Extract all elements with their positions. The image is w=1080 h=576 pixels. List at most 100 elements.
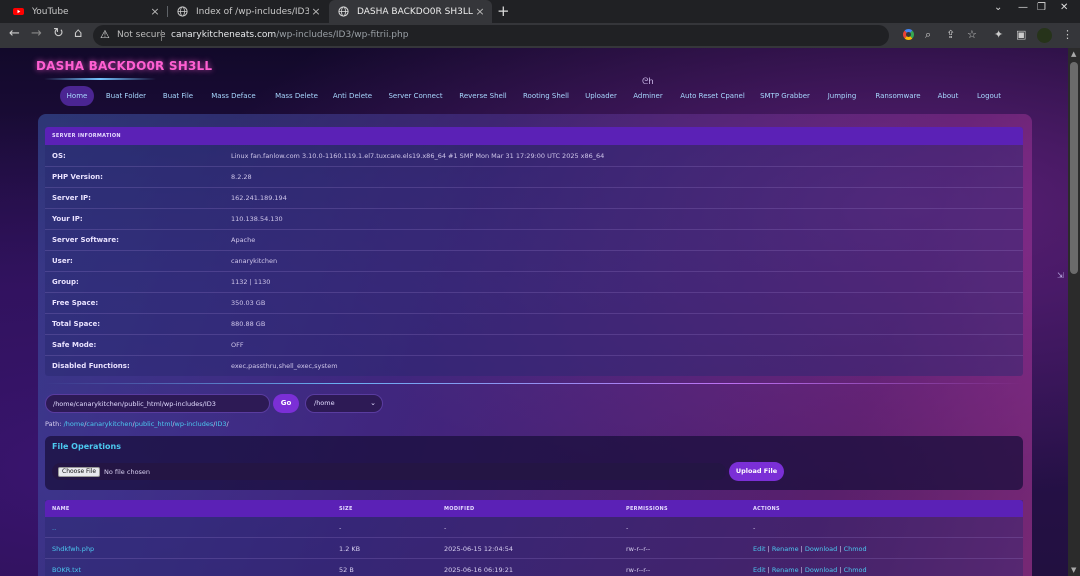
tab-search-button[interactable]: ⌄ xyxy=(994,2,1002,13)
path-input[interactable] xyxy=(45,394,270,413)
scroll-thumb[interactable] xyxy=(1070,62,1078,274)
reload-icon[interactable]: ↻ xyxy=(53,26,64,41)
download-link[interactable]: Download xyxy=(805,545,837,553)
profile-avatar[interactable] xyxy=(1037,28,1052,43)
omnibox[interactable]: ⚠ Not secure canarykitcheneats.com/wp-in… xyxy=(93,25,889,46)
file-table-header: NAME SIZE MODIFIED PERMISSIONS ACTIONS xyxy=(45,500,1023,517)
scroll-up-icon[interactable]: ▲ xyxy=(1071,50,1076,58)
chmod-link[interactable]: Chmod xyxy=(844,545,867,553)
nav-buat-folder[interactable]: Buat Folder xyxy=(101,86,151,106)
edit-link[interactable]: Edit xyxy=(753,545,766,553)
column-header[interactable]: PERMISSIONS xyxy=(626,506,668,512)
info-key: Your IP: xyxy=(52,215,83,223)
extensions-icon[interactable]: ✦ xyxy=(994,28,1003,41)
file-size: 52 B xyxy=(339,566,354,574)
file-picker[interactable]: Choose File No file chosen xyxy=(52,463,726,480)
file-name-link[interactable]: BOKR.txt xyxy=(52,566,81,574)
info-key: Total Space: xyxy=(52,320,101,328)
tab-index-of[interactable]: Index of /wp-includes/ID3 × xyxy=(168,0,328,23)
info-value: 1132 | 1130 xyxy=(231,278,271,286)
forward-icon[interactable]: → xyxy=(31,26,42,41)
chmod-link[interactable]: Chmod xyxy=(844,566,867,574)
nav-smtp-grabber[interactable]: SMTP Grabber xyxy=(755,86,815,106)
url-text[interactable]: canarykitcheneats.com/wp-includes/ID3/wp… xyxy=(171,30,408,40)
nav-buat-file[interactable]: Buat File xyxy=(158,86,198,106)
column-header[interactable]: MODIFIED xyxy=(444,506,474,512)
breadcrumb-public-html[interactable]: public_html xyxy=(135,420,173,428)
breadcrumb-label: Path: xyxy=(45,420,62,428)
nav-auto-reset-cpanel[interactable]: Auto Reset Cpanel xyxy=(676,86,749,106)
info-row-your-ip: Your IP: 110.138.54.130 xyxy=(45,209,1023,230)
breadcrumb-wp-includes[interactable]: wp-includes xyxy=(175,420,214,428)
nav-mass-delete[interactable]: Mass Delete xyxy=(268,86,325,106)
column-header[interactable]: NAME xyxy=(52,506,70,512)
nav-reverse-shell[interactable]: Reverse Shell xyxy=(453,86,513,106)
back-icon[interactable]: ← xyxy=(9,26,20,41)
info-row-php: PHP Version: 8.2.28 xyxy=(45,167,1023,188)
nav-adminer[interactable]: Adminer xyxy=(628,86,668,106)
file-name-link[interactable]: .. xyxy=(52,524,56,532)
file-size: 1.2 KB xyxy=(339,545,361,553)
scroll-down-icon[interactable]: ▼ xyxy=(1071,566,1076,574)
close-tab-icon[interactable]: × xyxy=(473,5,487,18)
go-button[interactable]: Go xyxy=(273,394,299,413)
nav-mass-deface[interactable]: Mass Deface xyxy=(205,86,262,106)
minimize-button[interactable]: — xyxy=(1018,2,1028,13)
side-panel-icon[interactable]: ▣ xyxy=(1016,28,1026,41)
menu-icon[interactable]: ⋮ xyxy=(1062,28,1073,41)
close-window-button[interactable]: ✕ xyxy=(1060,2,1068,13)
choose-file-button[interactable]: Choose File xyxy=(58,467,101,477)
nav-ransomware[interactable]: Ransomware xyxy=(870,86,926,106)
close-tab-icon[interactable]: × xyxy=(309,5,323,18)
nav-uploader[interactable]: Uploader xyxy=(581,86,621,106)
directory-select-value: /home xyxy=(314,399,335,407)
site-logo[interactable]: DASHA BACKDO0R SH3LL xyxy=(36,59,212,73)
info-row-free-space: Free Space: 350.03 GB xyxy=(45,293,1023,314)
download-link[interactable]: Download xyxy=(805,566,837,574)
zoom-icon[interactable]: ⌕ xyxy=(925,28,931,42)
directory-select[interactable]: /home ⌄ xyxy=(305,394,383,413)
info-value: OFF xyxy=(231,341,244,349)
new-tab-button[interactable]: + xyxy=(497,2,510,20)
info-key: User: xyxy=(52,257,73,265)
bookmark-star-icon[interactable]: ☆ xyxy=(967,28,977,41)
table-row[interactable]: Shdkfwh.php 1.2 KB 2025-06-15 12:04:54 r… xyxy=(45,538,1023,559)
table-row[interactable]: .. - - - - xyxy=(45,517,1023,538)
rename-link[interactable]: Rename xyxy=(772,566,799,574)
nav-server-connect[interactable]: Server Connect xyxy=(383,86,448,106)
security-label[interactable]: Not secure xyxy=(117,30,166,40)
tab-youtube[interactable]: YouTube × xyxy=(4,0,167,23)
edit-link[interactable]: Edit xyxy=(753,566,766,574)
nav-logout[interactable]: Logout xyxy=(971,86,1007,106)
page-scrollbar[interactable]: ▲ ▼ xyxy=(1068,48,1080,576)
breadcrumb-id3[interactable]: ID3 xyxy=(215,420,226,428)
file-actions: - xyxy=(753,524,756,532)
logo-underline xyxy=(44,78,156,80)
breadcrumb-canarykitchen[interactable]: canarykitchen xyxy=(86,420,132,428)
info-value: Linux fan.fanlow.com 3.10.0-1160.119.1.e… xyxy=(231,152,605,160)
nav-about[interactable]: About xyxy=(932,86,964,106)
tab-title: DASHA BACKDO0R SH3LL xyxy=(357,6,473,17)
info-row-user: User: canarykitchen xyxy=(45,251,1023,272)
upload-file-button[interactable]: Upload File xyxy=(729,462,784,481)
breadcrumb-home[interactable]: home xyxy=(66,420,84,428)
nav-jumping[interactable]: Jumping xyxy=(821,86,863,106)
restore-button[interactable]: ❐ xyxy=(1037,2,1046,13)
file-name-link[interactable]: Shdkfwh.php xyxy=(52,545,94,553)
close-tab-icon[interactable]: × xyxy=(148,5,162,18)
info-row-safe-mode: Safe Mode: OFF xyxy=(45,335,1023,356)
table-row[interactable]: BOKR.txt 52 B 2025-06-16 06:19:21 rw-r--… xyxy=(45,559,1023,576)
rename-link[interactable]: Rename xyxy=(772,545,799,553)
nav-rooting-shell[interactable]: Rooting Shell xyxy=(519,86,573,106)
file-modified: - xyxy=(444,524,447,532)
column-header[interactable]: SIZE xyxy=(339,506,353,512)
nav-home[interactable]: Home xyxy=(60,86,94,106)
tab-dasha-shell[interactable]: DASHA BACKDO0R SH3LL × xyxy=(329,0,492,23)
breadcrumb-sep: / xyxy=(226,420,229,428)
home-icon[interactable]: ⌂ xyxy=(74,26,82,41)
warning-icon[interactable]: ⚠ xyxy=(100,28,110,41)
column-header[interactable]: ACTIONS xyxy=(753,506,780,512)
google-icon[interactable] xyxy=(903,29,914,40)
nav-anti-delete[interactable]: Anti Delete xyxy=(330,86,375,106)
share-icon[interactable]: ⇪ xyxy=(946,28,955,41)
